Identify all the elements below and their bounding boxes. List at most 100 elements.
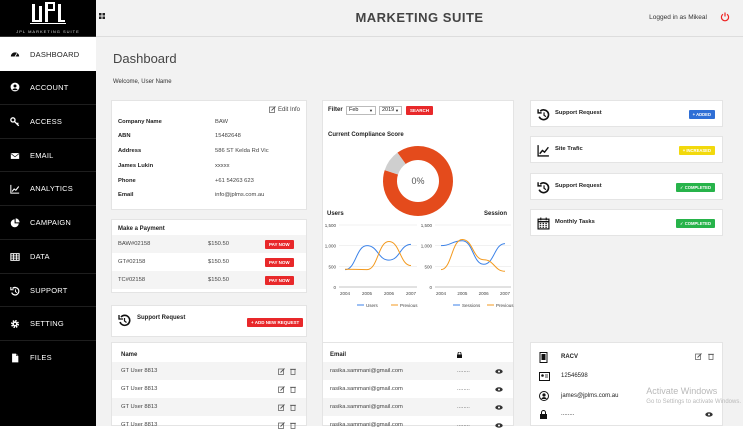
history-icon bbox=[10, 286, 20, 296]
filter-charts-card: Filter Feb ▼ 2019 ▼ SEARCH Current Complia… bbox=[322, 100, 514, 368]
info-field-value: 15482648 bbox=[215, 133, 241, 139]
compliance-title: Current Compliance Score bbox=[328, 132, 404, 138]
watermark-line2: Go to Settings to activate Windows. bbox=[646, 399, 741, 405]
lock-icon bbox=[457, 352, 462, 358]
sidebar-item-dashboard[interactable]: DASHBOARD bbox=[0, 37, 96, 71]
edit-icon[interactable] bbox=[695, 353, 702, 360]
logo-text: JPL MARKETING SUITE bbox=[16, 29, 80, 34]
pay-now-button[interactable]: PAY NOW bbox=[265, 258, 294, 267]
sidebar-icon-wrap bbox=[0, 217, 30, 228]
sidebar-item-label: CAMPAIGN bbox=[30, 218, 72, 227]
sidebar-item-access[interactable]: ACCESS bbox=[0, 104, 96, 138]
lock-icon bbox=[540, 410, 547, 419]
sidebar-item-files[interactable]: FILES bbox=[0, 340, 96, 374]
mobile-icon bbox=[539, 352, 548, 363]
edit-icon[interactable] bbox=[278, 404, 285, 411]
payment-title: Make a Payment bbox=[118, 226, 165, 232]
sidebar-item-label: EMAIL bbox=[30, 151, 54, 160]
payment-card: Make a Payment BAW#02158 $150.50 PAY NOW GT… bbox=[111, 219, 307, 293]
logged-in-text: Logged in as Mikeal bbox=[649, 14, 707, 21]
eye-icon[interactable] bbox=[495, 369, 503, 374]
contact-phone: 12546598 bbox=[561, 373, 588, 379]
history-icon bbox=[537, 109, 550, 121]
edit-icon bbox=[269, 106, 276, 113]
status-badge: ✓ COMPLETED bbox=[676, 183, 715, 192]
edit-info-link[interactable]: Edit Info bbox=[269, 106, 300, 113]
history-icon bbox=[537, 182, 550, 194]
edit-icon[interactable] bbox=[278, 368, 285, 375]
add-new-request-button[interactable]: + ADD NEW REQUEST bbox=[247, 318, 304, 327]
legend-label: Users bbox=[366, 303, 379, 308]
year-select[interactable]: 2019 ▼ bbox=[379, 106, 402, 115]
contact-password: ........ bbox=[561, 411, 575, 417]
envelope-icon bbox=[10, 152, 20, 159]
compliance-donut-chart: 0% bbox=[383, 146, 453, 216]
info-field-label: Phone bbox=[118, 178, 136, 184]
month-value: Feb bbox=[349, 107, 359, 113]
x-tick-label: 2006 bbox=[479, 291, 490, 296]
sidebar-item-support[interactable]: SUPPORT bbox=[0, 273, 96, 307]
status-card-label: Monthly Tasks bbox=[555, 219, 595, 225]
month-select[interactable]: Feb ▼ bbox=[346, 106, 376, 115]
payment-amount: $150.50 bbox=[208, 241, 229, 247]
eye-icon[interactable] bbox=[495, 405, 503, 410]
x-tick-label: 2004 bbox=[436, 291, 447, 296]
sidebar-item-label: ACCESS bbox=[30, 117, 63, 126]
password-cell: ........ bbox=[457, 422, 470, 428]
trash-icon[interactable] bbox=[708, 353, 714, 360]
y-tick-label: 500 bbox=[328, 264, 336, 269]
search-button[interactable]: SEARCH bbox=[406, 106, 434, 115]
trash-icon[interactable] bbox=[290, 368, 296, 375]
info-field-label: Email bbox=[118, 192, 134, 198]
contact-email: james@jplms.com.au bbox=[561, 393, 619, 399]
sidebar-item-email[interactable]: EMAIL bbox=[0, 138, 96, 172]
dashboard-icon bbox=[10, 52, 20, 57]
sidebar-item-label: ACCOUNT bbox=[30, 82, 69, 92]
pie-chart-icon bbox=[10, 217, 20, 227]
pay-now-button[interactable]: PAY NOW bbox=[265, 276, 294, 285]
email-cell: rasika.sammani@gmail.com bbox=[330, 422, 403, 428]
payment-ref: GT#02158 bbox=[118, 259, 146, 265]
trash-icon[interactable] bbox=[290, 404, 296, 411]
app-title: MARKETING SUITE bbox=[355, 10, 484, 25]
y-tick-label: 500 bbox=[424, 264, 432, 269]
sidebar-icon-wrap bbox=[0, 286, 30, 296]
main-content: Dashboard Welcome, User Name Edit Info C… bbox=[96, 37, 743, 429]
status-badge: ✓ COMPLETED bbox=[676, 219, 715, 228]
sidebar-item-campaign[interactable]: CAMPAIGN bbox=[0, 205, 96, 239]
id-card-icon bbox=[539, 372, 550, 381]
support-request-card: Support Request + ADD NEW REQUEST bbox=[111, 305, 307, 337]
x-tick-label: 2005 bbox=[362, 291, 373, 296]
sidebar-item-analytics[interactable]: ANALYTICS bbox=[0, 171, 96, 205]
status-card-label: Support Request bbox=[555, 183, 602, 189]
sidebar-icon-wrap bbox=[0, 184, 30, 194]
status-card: Monthly Tasks ✓ COMPLETED bbox=[530, 209, 723, 236]
page-title: Dashboard bbox=[113, 51, 177, 66]
contact-name: RACV bbox=[561, 354, 579, 360]
password-cell: ........ bbox=[457, 386, 470, 392]
password-cell: ........ bbox=[457, 404, 470, 410]
donut-slice bbox=[384, 152, 407, 176]
sidebar-item-label: SETTING bbox=[30, 319, 64, 328]
email-cell: rasika.sammani@gmail.com bbox=[330, 368, 403, 374]
eye-icon[interactable] bbox=[495, 387, 503, 392]
sidebar-item-account[interactable]: ACCOUNT bbox=[0, 70, 96, 104]
name-cell: GT User 8813 bbox=[121, 386, 158, 392]
trash-icon[interactable] bbox=[290, 386, 296, 393]
power-icon[interactable] bbox=[720, 12, 730, 22]
sidebar-item-data[interactable]: DATA bbox=[0, 239, 96, 273]
user-circle-icon bbox=[10, 82, 20, 92]
edit-icon[interactable] bbox=[278, 386, 285, 393]
sidebar-item-label: SUPPORT bbox=[30, 286, 68, 295]
table-icon bbox=[10, 252, 20, 261]
y-tick-label: 1,500 bbox=[325, 223, 337, 228]
eye-icon[interactable] bbox=[705, 412, 713, 417]
sidebar-item-label: DASHBOARD bbox=[30, 49, 80, 59]
sidebar-item-label: DATA bbox=[30, 252, 50, 261]
info-field-label: ABN bbox=[118, 133, 131, 139]
user-circle-icon bbox=[539, 391, 549, 401]
name-cell: GT User 8813 bbox=[121, 368, 158, 374]
topbar: MARKETING SUITE Logged in as Mikeal bbox=[96, 0, 743, 37]
pay-now-button[interactable]: PAY NOW bbox=[265, 240, 294, 249]
sidebar-item-setting[interactable]: SETTING bbox=[0, 306, 96, 340]
